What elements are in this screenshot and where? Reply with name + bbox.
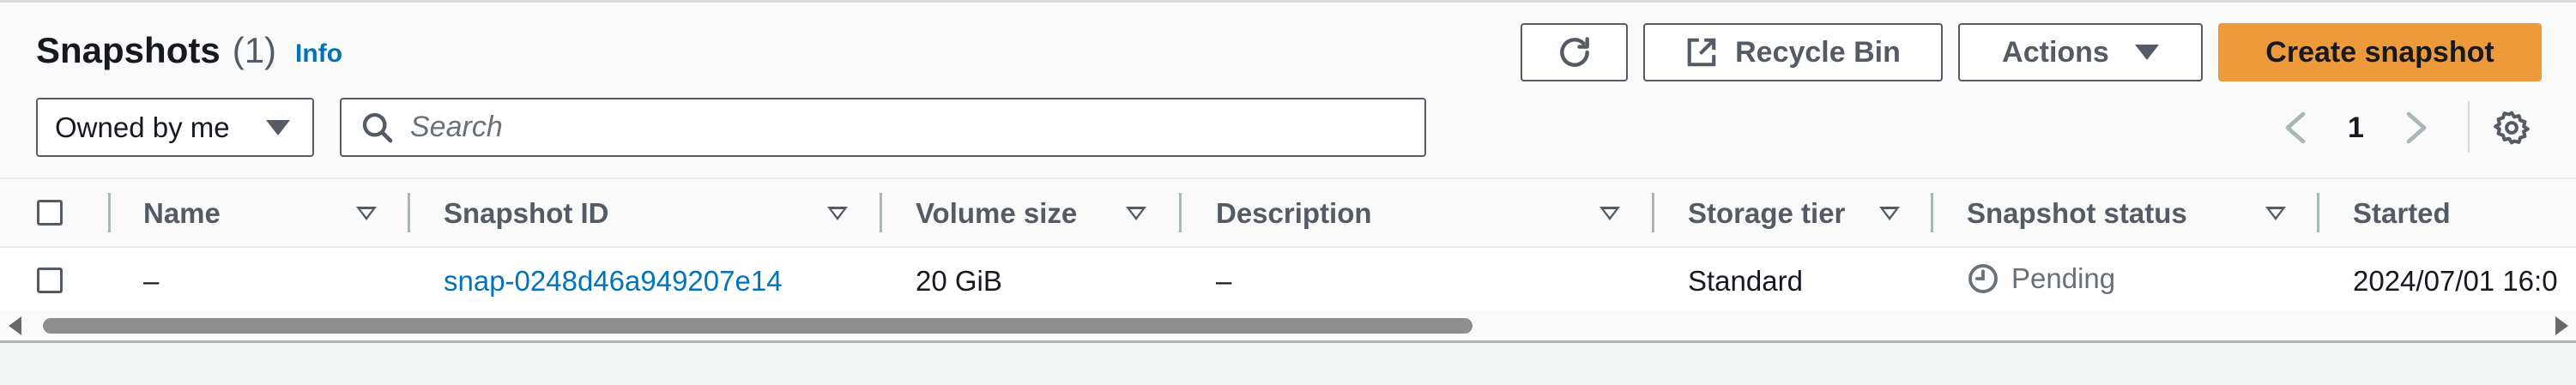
cell-started: 2024/07/01 16:0 <box>2353 265 2558 297</box>
column-divider[interactable] <box>2317 193 2319 232</box>
cell-snapshot-status: Pending <box>1967 262 2115 295</box>
column-header-volume-size[interactable]: Volume size <box>916 197 1077 230</box>
table-row[interactable]: – snap-0248d46a949207e14 20 GiB – Standa… <box>0 248 2576 313</box>
create-snapshot-button[interactable]: Create snapshot <box>2218 23 2542 81</box>
recycle-bin-label: Recycle Bin <box>1735 35 1901 69</box>
search-input[interactable] <box>408 110 1390 145</box>
page-title: Snapshots <box>36 30 221 70</box>
snapshot-count: (1) <box>232 30 277 70</box>
sort-icon[interactable] <box>356 207 377 220</box>
table-header-row: Name Snapshot ID Volume size Description… <box>0 179 2576 248</box>
sort-icon[interactable] <box>1599 207 1620 220</box>
refresh-button[interactable] <box>1521 23 1628 81</box>
column-divider[interactable] <box>408 193 410 232</box>
clock-icon <box>1968 264 1998 293</box>
column-divider[interactable] <box>1931 193 1933 232</box>
column-header-name[interactable]: Name <box>143 197 221 230</box>
cell-storage-tier: Standard <box>1688 265 1803 297</box>
row-checkbox[interactable] <box>37 268 63 293</box>
sort-icon[interactable] <box>2265 207 2286 220</box>
recycle-bin-button[interactable]: Recycle Bin <box>1643 23 1943 81</box>
info-link[interactable]: Info <box>295 39 342 69</box>
owner-filter-select[interactable]: Owned by me <box>36 98 314 157</box>
column-header-snapshot-id[interactable]: Snapshot ID <box>444 197 609 230</box>
create-snapshot-label: Create snapshot <box>2265 35 2494 69</box>
search-icon <box>362 112 393 142</box>
search-box[interactable] <box>340 98 1426 157</box>
actions-dropdown-button[interactable]: Actions <box>1958 23 2203 81</box>
caret-down-icon <box>266 120 290 135</box>
select-all-checkbox[interactable] <box>37 200 63 226</box>
refresh-icon <box>1559 37 1589 67</box>
column-header-description[interactable]: Description <box>1216 197 1372 230</box>
column-divider[interactable] <box>1179 193 1182 232</box>
column-header-started[interactable]: Started <box>2353 197 2451 230</box>
sort-icon[interactable] <box>827 207 848 220</box>
pagination: 1 <box>2283 99 2429 157</box>
horizontal-scrollbar[interactable] <box>0 311 2576 340</box>
page-number[interactable]: 1 <box>2348 111 2364 145</box>
chevron-left-icon[interactable] <box>2283 111 2307 145</box>
scroll-right-arrow-icon[interactable] <box>2555 316 2568 335</box>
divider <box>2468 101 2470 153</box>
chevron-right-icon[interactable] <box>2405 111 2429 145</box>
gear-icon[interactable] <box>2493 109 2531 147</box>
cell-name: – <box>143 265 160 297</box>
cell-volume-size: 20 GiB <box>916 265 1002 297</box>
snapshots-panel: Snapshots (1) Info Recycle Bin Actions C… <box>0 0 2576 343</box>
sort-icon[interactable] <box>1126 207 1146 220</box>
sort-icon[interactable] <box>1879 207 1900 220</box>
column-divider[interactable] <box>880 193 882 232</box>
cell-snapshot-id-link[interactable]: snap-0248d46a949207e14 <box>444 265 783 298</box>
actions-label: Actions <box>2002 35 2109 69</box>
page-header: Snapshots (1) Info <box>36 25 342 76</box>
status-label: Pending <box>2011 262 2116 294</box>
scrollbar-thumb[interactable] <box>43 318 1472 334</box>
column-divider[interactable] <box>1652 193 1654 232</box>
cell-description: – <box>1216 265 1232 297</box>
external-link-icon <box>1687 38 1716 67</box>
owner-filter-value: Owned by me <box>55 111 230 143</box>
scroll-left-arrow-icon[interactable] <box>9 316 21 335</box>
column-header-snapshot-status[interactable]: Snapshot status <box>1967 197 2187 230</box>
column-header-storage-tier[interactable]: Storage tier <box>1688 197 1845 230</box>
snapshots-table: Name Snapshot ID Volume size Description… <box>0 177 2576 313</box>
caret-down-icon <box>2134 45 2159 60</box>
column-divider <box>108 193 111 232</box>
